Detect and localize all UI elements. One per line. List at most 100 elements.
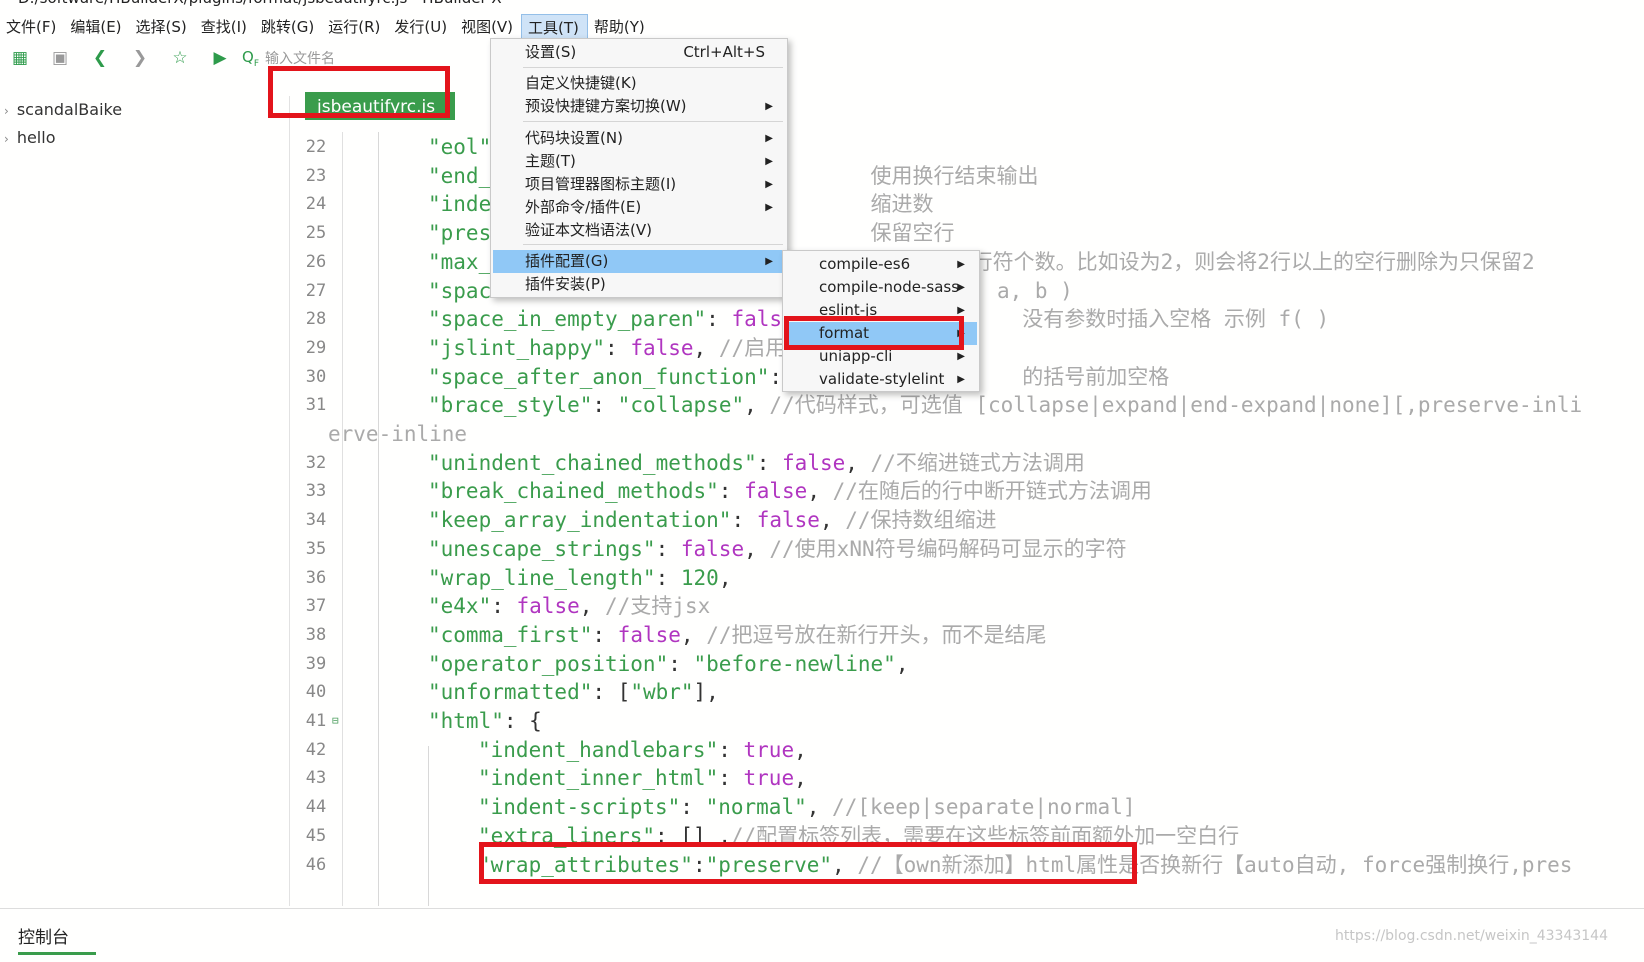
code-token: : (718, 766, 744, 791)
code-line: 37 "e4x": false, //支持jsx (291, 591, 1644, 621)
tools-menu-item[interactable]: 设置(S) Ctrl+Alt+S (493, 41, 785, 64)
tools-menu-item[interactable]: 验证本文档语法(V) (493, 219, 785, 242)
menu-6[interactable]: 发行(U) (388, 14, 455, 40)
submenu-arrow-icon: ▶ (765, 101, 773, 112)
menu-3[interactable]: 查找(I) (195, 14, 255, 40)
menu-item-label: 插件配置(G) (525, 252, 609, 270)
menu-item-label: 代码块设置(N) (525, 129, 623, 147)
code-token: , (794, 766, 807, 791)
tools-menu-item[interactable]: 预设快捷键方案切换(W) ▶ (493, 95, 785, 118)
code-token: "pres (428, 221, 492, 246)
line-number: 36 (305, 567, 327, 588)
fold-icon[interactable]: ⊟ (332, 706, 339, 736)
line-number: 37 (305, 596, 327, 617)
code-token: false (516, 594, 580, 619)
forward-icon[interactable]: ❯ (120, 42, 160, 74)
project-item[interactable]: › scandalBaike (0, 96, 289, 124)
tab-highlight-box (268, 66, 450, 118)
menu-separator (523, 244, 783, 245)
chevron-right-icon[interactable]: › (4, 132, 9, 146)
code-line: 40 "unformatted": ["wbr"], (291, 677, 1644, 707)
menu-0[interactable]: 文件(F) (0, 14, 64, 40)
window-title: D:/software/HBuilderX/plugins/format/jsb… (0, 0, 1644, 8)
code-text: "wrap_line_length": 120, (428, 563, 731, 593)
menu-9[interactable]: 帮助(Y) (588, 14, 653, 40)
code-token: : (668, 651, 694, 676)
menu-separator (523, 67, 783, 68)
console-tab[interactable]: 控制台 (18, 923, 96, 955)
code-token: "jslint_happy" (428, 335, 606, 360)
code-token: 120 (680, 565, 719, 590)
line-number: 23 (305, 165, 327, 186)
code-line: 42 "indent_handlebars": true, (291, 735, 1644, 765)
line-number: 31 (305, 395, 327, 416)
search-input-placeholder[interactable]: 输入文件名 (265, 48, 335, 68)
plugin-menu-item[interactable]: validate-stylelint ▶ (785, 368, 977, 391)
tools-menu-item[interactable]: 插件配置(G) ▶ (493, 250, 785, 273)
indent-guide (378, 132, 379, 906)
code-token: , (693, 335, 719, 360)
code-token: "indent_inner_html" (478, 766, 719, 791)
code-token: "comma_first" (428, 622, 593, 647)
plugin-menu-item[interactable]: compile-node-sass ▶ (785, 276, 977, 299)
code-token: "indent_handlebars" (478, 737, 719, 762)
line-number: 27 (305, 280, 327, 301)
code-text: "keep_array_indentation": false, //保持数组缩… (428, 505, 997, 535)
menu-7[interactable]: 视图(V) (455, 14, 521, 40)
menu-5[interactable]: 运行(R) (322, 14, 388, 40)
line-number: 22 (305, 137, 327, 157)
code-text: "indent_inner_html": true, (478, 763, 807, 793)
submenu-arrow-icon: ▶ (765, 202, 773, 213)
tools-menu-item[interactable]: 代码块设置(N) ▶ (493, 127, 785, 150)
tools-menu-item[interactable]: 外部命令/插件(E) ▶ (493, 196, 785, 219)
tools-menu-item[interactable]: 主题(T) ▶ (493, 150, 785, 173)
tools-menu-item[interactable]: 自定义快捷键(K) (493, 72, 785, 95)
code-token: "normal" (705, 795, 807, 820)
code-token: : [ (592, 680, 631, 705)
submenu-arrow-icon: ▶ (765, 156, 773, 167)
code-token: //使用xNN符号编码解码可显示的字符 (769, 536, 1127, 561)
project-item[interactable]: › hello (0, 124, 289, 152)
code-token: : (655, 565, 681, 590)
submenu-arrow-icon: ▶ (957, 374, 965, 385)
code-token: //代码样式，可选值 [collapse|expand|end-expand|n… (769, 393, 1583, 418)
menu-8[interactable]: 工具(T) (521, 14, 588, 40)
line-number: 42 (305, 739, 327, 760)
code-token: "before-newline" (693, 651, 896, 676)
code-token: : (655, 536, 681, 561)
code-token: "brace_style" (428, 393, 593, 418)
code-token: , (794, 737, 807, 762)
code-token: "keep_array_indentation" (428, 508, 732, 533)
new-file-icon[interactable]: ▦ (0, 42, 40, 74)
tools-menu-item[interactable]: 插件安装(P) (493, 273, 785, 296)
code-line: 34 "keep_array_indentation": false, //保持数… (291, 505, 1644, 535)
star-icon[interactable]: ☆ (160, 42, 200, 74)
save-icon[interactable]: ▣ (40, 42, 80, 74)
code-token: "inde (428, 192, 492, 217)
line-number: 26 (305, 251, 327, 272)
back-icon[interactable]: ❮ (80, 42, 120, 74)
submenu-arrow-icon: ▶ (765, 179, 773, 190)
menu-bar: 文件(F) 编辑(E) 选择(S) 查找(I) 跳转(G) 运行(R) 发行(U) 视图(V)… (0, 14, 1644, 40)
code-line: 39 "operator_position": "before-newline", (291, 649, 1644, 679)
code-text: "operator_position": "before-newline", (428, 649, 908, 679)
code-token: "max_ (428, 249, 492, 274)
code-token: "break_chained_methods" (428, 479, 719, 504)
line-number: 41 (305, 711, 327, 731)
code-token: //把逗号放在新行开头，而不是结尾 (706, 622, 1047, 647)
code-token: : (718, 479, 745, 504)
chevron-right-icon[interactable]: › (4, 104, 9, 118)
menu-4[interactable]: 跳转(G) (255, 14, 322, 40)
line-number: 32 (305, 452, 327, 473)
code-text: "unindent_chained_methods": false, //不缩进… (428, 448, 1085, 478)
menu-1[interactable]: 编辑(E) (64, 14, 129, 40)
submenu-arrow-icon: ▶ (957, 259, 965, 270)
run-icon[interactable]: ▶ (200, 42, 240, 74)
plugin-menu-item[interactable]: compile-es6 ▶ (785, 253, 977, 276)
tools-menu-item[interactable]: 项目管理器图标主题(I) ▶ (493, 173, 785, 196)
code-token: "space_after_anon_function" (428, 364, 770, 389)
code-token: //[keep|separate|normal] (832, 795, 1136, 820)
project-label: scandalBaike (16, 100, 123, 119)
menu-2[interactable]: 选择(S) (130, 14, 195, 40)
code-token: "space_in_empty_paren" (428, 307, 707, 332)
